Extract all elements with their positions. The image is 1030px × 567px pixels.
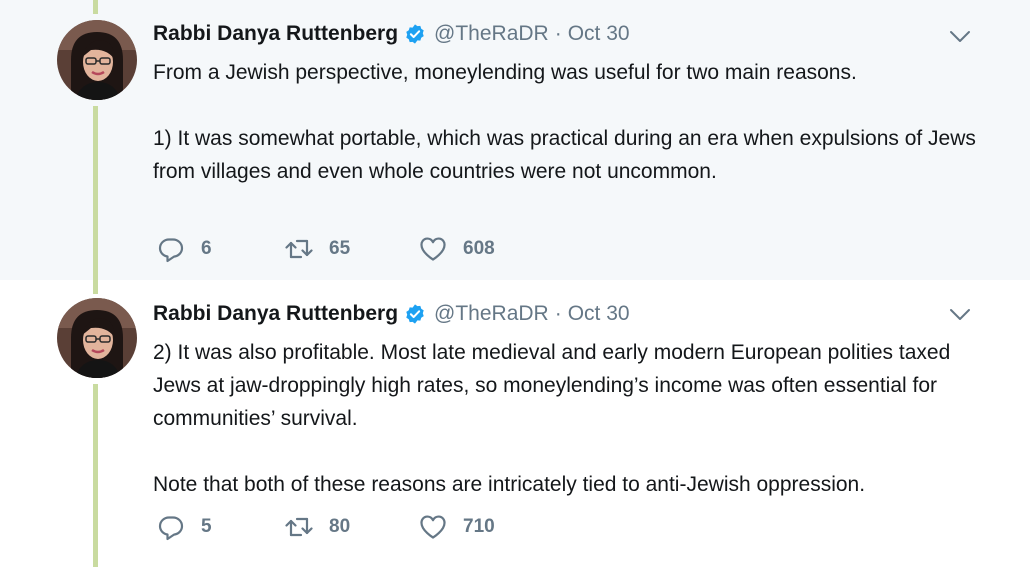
reply-button[interactable]: 6 [157,234,285,264]
retweet-icon [285,239,313,259]
avatar[interactable] [57,298,137,378]
tweet-actions: 5 80 710 [157,512,539,542]
tweet-card[interactable]: Rabbi Danya Ruttenberg @TheRaDR · Oct 30… [0,0,1030,280]
reply-icon [158,238,184,263]
like-button[interactable]: 710 [419,512,539,542]
like-button[interactable]: 608 [419,234,539,264]
tweet-card[interactable]: Rabbi Danya Ruttenberg @TheRaDR · Oct 30… [0,280,1030,567]
tweet-date[interactable]: Oct 30 [568,22,630,46]
like-icon [420,237,446,261]
separator-dot: · [554,22,562,45]
tweet-paragraph: Note that both of these reasons are intr… [153,473,866,496]
tweet-header: Rabbi Danya Ruttenberg @TheRaDR · Oct 30 [153,300,630,328]
retweet-button[interactable]: 65 [285,234,419,264]
author-handle[interactable]: @TheRaDR [434,22,549,46]
chevron-down-icon[interactable] [948,302,972,326]
tweet-paragraph: 1) It was somewhat portable, which was p… [153,127,976,183]
reply-count: 6 [201,238,212,259]
tweet-paragraph: 2) It was also profitable. Most late med… [153,341,951,430]
reply-icon [158,516,184,541]
separator-dot: · [554,302,562,325]
avatar[interactable] [57,20,137,100]
like-count: 608 [463,238,495,259]
verified-badge-icon [404,23,426,45]
tweet-text: From a Jewish perspective, moneylending … [153,56,983,188]
tweet-paragraph: From a Jewish perspective, moneylending … [153,61,857,84]
reply-count: 5 [201,516,212,537]
tweet-date[interactable]: Oct 30 [568,302,630,326]
chevron-down-icon[interactable] [948,24,972,48]
retweet-button[interactable]: 80 [285,512,419,542]
author-name[interactable]: Rabbi Danya Ruttenberg [153,22,398,46]
thread-connector-line [93,384,98,567]
thread-connector-line [93,106,98,280]
retweet-icon [285,517,313,537]
retweet-count: 80 [329,516,351,537]
author-name[interactable]: Rabbi Danya Ruttenberg [153,302,398,326]
tweet-actions: 6 65 608 [157,234,539,264]
like-icon [420,515,446,539]
reply-button[interactable]: 5 [157,512,285,542]
like-count: 710 [463,516,495,537]
tweet-thread: Rabbi Danya Ruttenberg @TheRaDR · Oct 30… [0,0,1030,567]
thread-connector-line [93,0,98,14]
retweet-count: 65 [329,238,351,259]
verified-badge-icon [404,303,426,325]
tweet-header: Rabbi Danya Ruttenberg @TheRaDR · Oct 30 [153,20,630,48]
thread-connector-line [93,280,98,294]
tweet-text: 2) It was also profitable. Most late med… [153,336,983,501]
author-handle[interactable]: @TheRaDR [434,302,549,326]
